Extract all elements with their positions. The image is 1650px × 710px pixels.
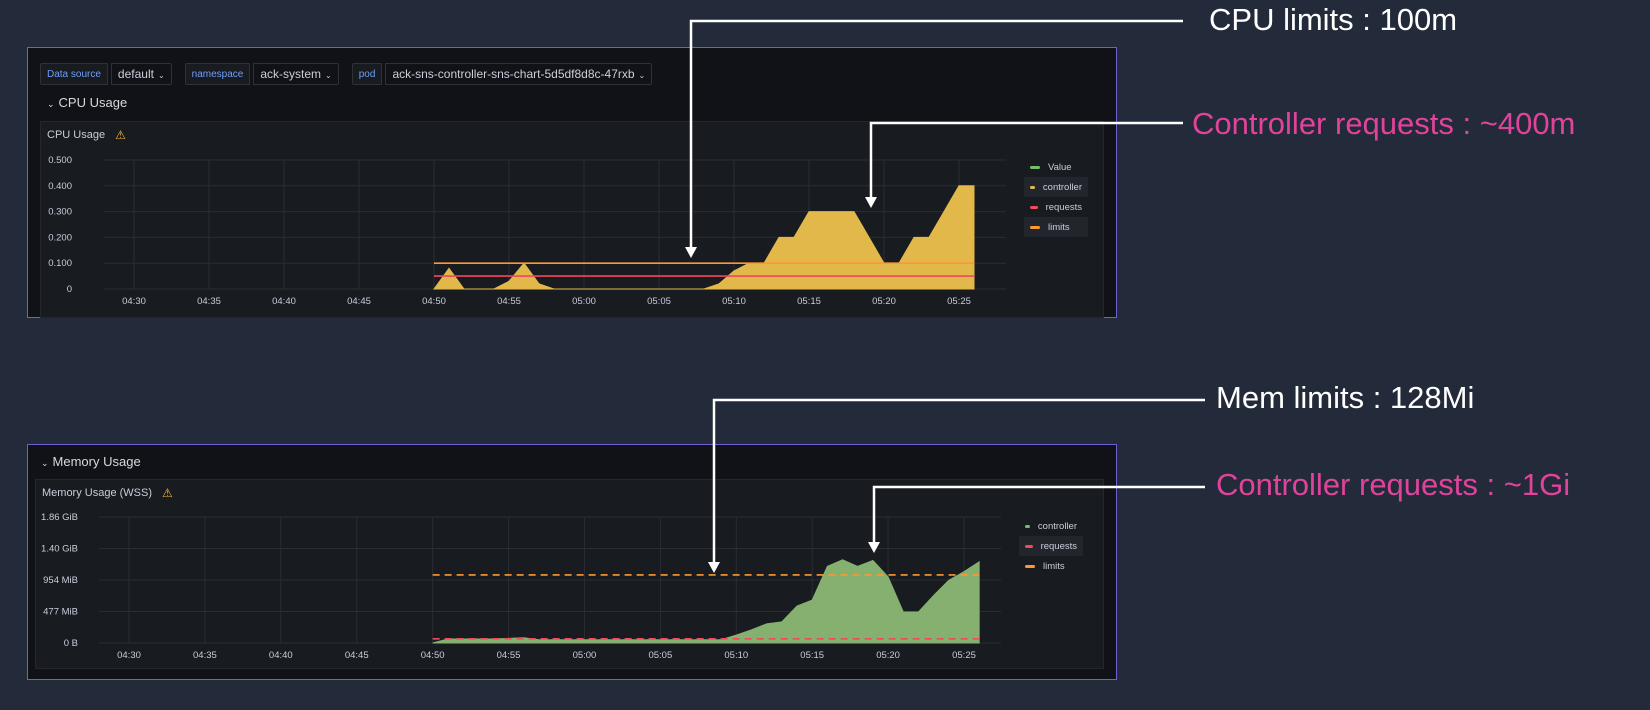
y-tick-label: 1.86 GiB xyxy=(41,512,78,523)
x-tick-label: 05:10 xyxy=(722,296,746,307)
x-tick-label: 05:15 xyxy=(800,650,824,661)
x-tick-label: 04:30 xyxy=(122,296,146,307)
memory-legend: controller requests limits xyxy=(1019,516,1083,576)
y-tick-label: 0 B xyxy=(64,638,78,649)
cpu-row-title: CPU Usage xyxy=(58,95,128,110)
x-tick-label: 05:25 xyxy=(952,650,976,661)
chevron-down-icon: ⌄ xyxy=(157,71,165,80)
series-controller-area xyxy=(432,559,980,644)
x-tick-label: 05:05 xyxy=(647,296,671,307)
legend-label: requests xyxy=(1040,540,1077,552)
chevron-down-icon: ⌄ xyxy=(41,458,49,468)
cpu-limits-callout: CPU limits : 100m xyxy=(1209,2,1458,37)
x-tick-label: 04:55 xyxy=(497,650,521,661)
x-tick-label: 04:45 xyxy=(345,650,369,661)
legend-swatch xyxy=(1030,165,1040,169)
x-tick-label: 04:55 xyxy=(497,296,521,307)
cpu-requests-callout: Controller requests : ~400m xyxy=(1192,106,1576,141)
legend-swatch xyxy=(1030,225,1040,229)
legend-item-limits[interactable]: limits xyxy=(1024,217,1088,237)
chevron-down-icon: ⌄ xyxy=(638,71,646,80)
legend-label: limits xyxy=(1048,221,1070,233)
x-tick-label: 04:40 xyxy=(272,296,296,307)
x-tick-label: 05:05 xyxy=(648,650,672,661)
legend-item-limits[interactable]: limits xyxy=(1019,556,1083,576)
datasource-select[interactable]: default ⌄ xyxy=(110,63,172,85)
x-tick-label: 05:20 xyxy=(872,296,896,307)
x-tick-label: 05:00 xyxy=(572,296,596,307)
y-tick-label: 0 xyxy=(67,284,72,295)
namespace-value: ack-system xyxy=(260,67,322,81)
x-tick-label: 04:40 xyxy=(269,650,293,661)
datasource-value: default xyxy=(117,67,154,81)
y-tick-label: 0.100 xyxy=(48,258,72,269)
pod-label: pod xyxy=(351,63,383,85)
cpu-chart: 0.500 0.400 0.300 0.200 0.100 0 04:30 04:35 04:4… xyxy=(48,155,1006,307)
y-tick-label: 477 MiB xyxy=(43,607,78,618)
legend-item-Value[interactable]: Value xyxy=(1024,157,1088,177)
mem-requests-callout: Controller requests : ~1Gi xyxy=(1216,467,1571,502)
x-tick-label: 04:35 xyxy=(197,296,221,307)
legend-swatch xyxy=(1030,185,1035,189)
cpu-row-toggle[interactable]: ⌄ CPU Usage xyxy=(47,95,127,110)
legend-item-controller[interactable]: controller xyxy=(1024,177,1088,197)
x-tick-label: 04:35 xyxy=(193,650,217,661)
variables-row: Data source default ⌄ namespace ack-syste… xyxy=(40,63,665,85)
legend-label: controller xyxy=(1037,520,1077,532)
legend-label: Value xyxy=(1048,161,1072,173)
namespace-label: namespace xyxy=(184,63,251,85)
legend-item-requests[interactable]: requests xyxy=(1019,536,1083,556)
datasource-label: Data source xyxy=(40,63,108,85)
x-tick-label: 05:20 xyxy=(876,650,900,661)
namespace-select[interactable]: ack-system ⌄ xyxy=(253,63,339,85)
x-tick-label: 04:30 xyxy=(117,650,141,661)
x-tick-label: 04:50 xyxy=(421,650,445,661)
memory-row-toggle[interactable]: ⌄ Memory Usage xyxy=(41,454,141,469)
legend-label: controller xyxy=(1042,181,1082,193)
y-tick-label: 0.200 xyxy=(48,232,72,243)
chevron-down-icon: ⌄ xyxy=(47,99,55,109)
x-tick-label: 05:10 xyxy=(724,650,748,661)
legend-swatch xyxy=(1025,544,1033,548)
cpu-dashboard-frame: Data source default ⌄ namespace ack-syste… xyxy=(27,47,1117,318)
cpu-usage-panel: CPU Usage ⚠ 0.500 0.400 0.300 0.200 0.100 0 04… xyxy=(40,121,1104,318)
memory-chart: 1.86 GiB 1.40 GiB 954 MiB 477 MiB 0 B 04:30 04… xyxy=(41,512,1001,661)
memory-dashboard-frame: ⌄ Memory Usage Memory Usage (WSS) ⚠ 1.86 … xyxy=(27,444,1117,680)
y-tick-label: 0.400 xyxy=(48,181,72,192)
y-tick-label: 1.40 GiB xyxy=(41,544,78,555)
x-tick-label: 05:25 xyxy=(947,296,971,307)
memory-row-title: Memory Usage xyxy=(52,454,141,469)
x-tick-label: 05:15 xyxy=(797,296,821,307)
legend-item-requests[interactable]: requests xyxy=(1024,197,1088,217)
legend-swatch xyxy=(1025,524,1030,528)
legend-swatch xyxy=(1025,564,1035,568)
cpu-legend: Value controller requests limits xyxy=(1024,157,1088,237)
legend-label: limits xyxy=(1043,560,1065,572)
x-tick-label: 04:50 xyxy=(422,296,446,307)
pod-select[interactable]: ack-sns-controller-sns-chart-5d5df8d8c-4… xyxy=(385,63,653,85)
y-tick-label: 0.500 xyxy=(48,155,72,166)
legend-item-controller[interactable]: controller xyxy=(1019,516,1083,536)
legend-swatch xyxy=(1030,205,1038,209)
mem-limits-callout: Mem limits : 128Mi xyxy=(1216,380,1475,415)
memory-usage-panel: Memory Usage (WSS) ⚠ 1.86 GiB 1.40 GiB 954… xyxy=(35,479,1104,669)
y-tick-label: 0.300 xyxy=(48,207,72,218)
pod-value: ack-sns-controller-sns-chart-5d5df8d8c-4… xyxy=(392,67,635,81)
y-tick-label: 954 MiB xyxy=(43,575,78,586)
chevron-down-icon: ⌄ xyxy=(325,71,332,80)
x-tick-label: 04:45 xyxy=(347,296,371,307)
x-tick-label: 05:00 xyxy=(573,650,597,661)
legend-label: requests xyxy=(1045,201,1082,213)
